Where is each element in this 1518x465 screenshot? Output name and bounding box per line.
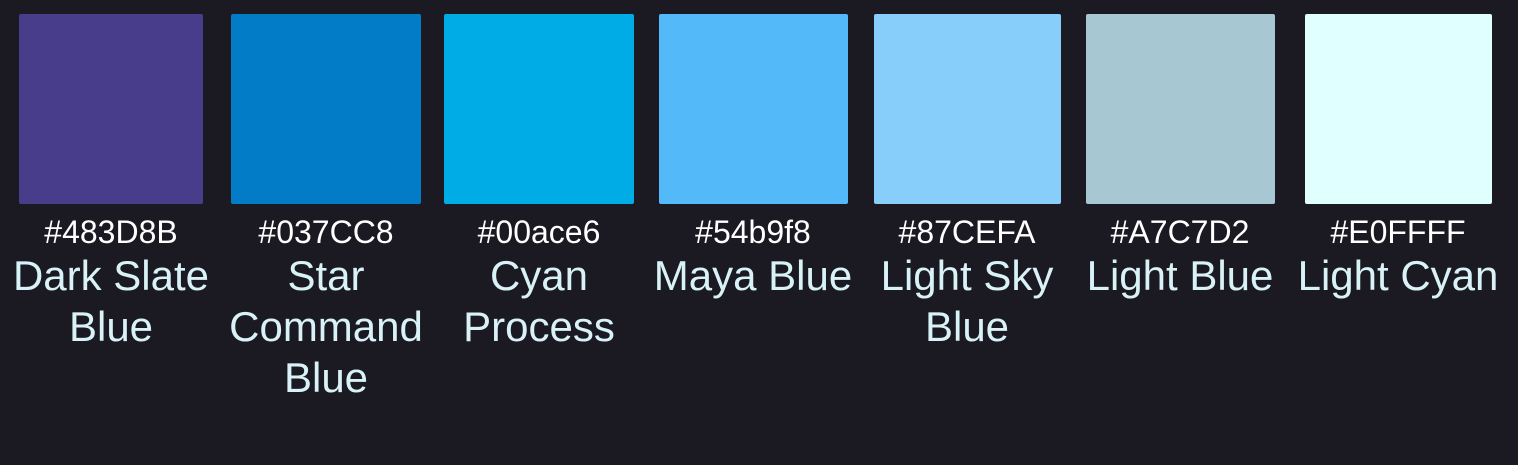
swatch-name: Dark Slate Blue: [12, 252, 210, 350]
swatch-cyan-process: [444, 14, 634, 204]
swatch-name: Star Command Blue: [229, 252, 423, 401]
swatch-name: Light Blue: [1086, 252, 1274, 299]
swatch-hex: #54b9f8: [695, 214, 811, 250]
swatch-hex: #00ace6: [477, 214, 601, 250]
swatch-name: Maya Blue: [653, 252, 853, 299]
swatch-hex: #A7C7D2: [1110, 214, 1250, 250]
swatch-star-command-blue: [231, 14, 421, 204]
swatch-maya-blue: [658, 14, 848, 204]
swatch-hex: #87CEFA: [898, 214, 1036, 250]
swatch-card-light-sky-blue: #87CEFA Light Sky Blue: [857, 14, 1077, 352]
swatch-hex: #E0FFFF: [1330, 214, 1466, 250]
swatch-card-star-command-blue: #037CC8 Star Command Blue: [216, 14, 436, 403]
swatch-card-cyan-process: #00ace6 Cyan Process: [429, 14, 649, 352]
swatch-name: Light Cyan: [1297, 252, 1499, 299]
swatch-light-sky-blue: [873, 14, 1061, 204]
swatch-hex: #037CC8: [258, 214, 394, 250]
swatch-card-dark-slate-blue: #483D8B Dark Slate Blue: [1, 14, 221, 352]
swatch-hex: #483D8B: [44, 214, 178, 250]
swatch-card-maya-blue: #54b9f8 Maya Blue: [643, 14, 863, 301]
swatch-name: Cyan Process: [463, 252, 615, 350]
swatch-card-light-blue: #A7C7D2 Light Blue: [1070, 14, 1290, 301]
swatch-card-light-cyan: #E0FFFF Light Cyan: [1288, 14, 1508, 301]
swatch-light-cyan: [1304, 14, 1492, 204]
swatch-name: Light Sky Blue: [880, 252, 1054, 350]
swatch-dark-slate-blue: [19, 14, 203, 204]
color-palette: #483D8B Dark Slate Blue #037CC8 Star Com…: [0, 0, 1518, 465]
swatch-light-blue: [1085, 14, 1275, 204]
